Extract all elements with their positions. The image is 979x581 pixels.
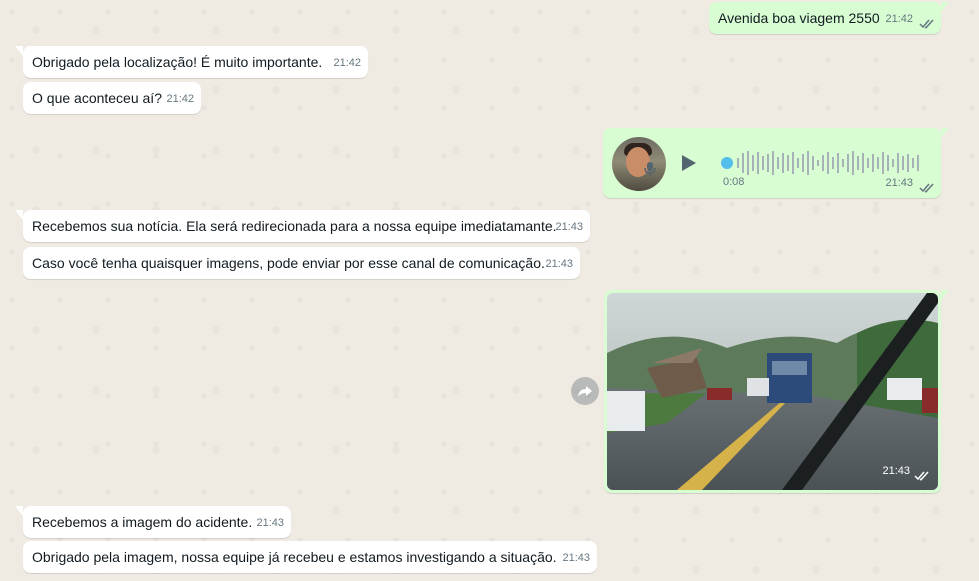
message-text: Caso você tenha quaisquer imagens, pode … <box>32 255 545 271</box>
double-check-icon <box>919 183 934 193</box>
bubble-tail <box>941 290 949 300</box>
message-bubble-outgoing[interactable]: Avenida boa viagem 2550 21:42 <box>709 2 949 34</box>
forward-button[interactable] <box>571 377 599 405</box>
message-time: 21:42 <box>166 93 194 105</box>
message-bubble-incoming[interactable]: Obrigado pela localização! É muito impor… <box>15 46 368 78</box>
message-text: Obrigado pela localização! É muito impor… <box>32 54 323 70</box>
double-check-icon <box>919 19 934 29</box>
image-message-bubble[interactable]: 21:43 <box>604 290 949 493</box>
message-text: Recebemos sua notícia. Ela será redireci… <box>32 218 557 234</box>
message-time: 21:42 <box>885 13 913 25</box>
message-bubble-incoming[interactable]: Obrigado pela imagem, nossa equipe já re… <box>23 541 597 573</box>
message-bubble-incoming[interactable]: O que aconteceu aí? 21:42 <box>23 82 201 114</box>
message-time: 21:43 <box>545 258 573 270</box>
forward-icon <box>578 386 592 397</box>
accident-photo[interactable]: 21:43 <box>607 293 938 490</box>
message-time: 21:43 <box>555 221 583 233</box>
message-time: 21:43 <box>256 517 284 529</box>
message-time: 21:43 <box>885 177 913 189</box>
voice-message-bubble[interactable]: 0:08 21:43 <box>603 128 949 198</box>
message-bubble-incoming[interactable]: Recebemos a imagem do acidente. 21:43 <box>15 506 291 538</box>
bubble-tail <box>941 128 949 138</box>
message-time: 21:42 <box>333 57 361 69</box>
bubble-tail <box>15 46 23 56</box>
photo-image <box>607 293 938 490</box>
microphone-icon <box>644 162 656 176</box>
bubble-tail <box>941 2 949 12</box>
message-bubble-incoming[interactable]: Caso você tenha quaisquer imagens, pode … <box>23 247 580 279</box>
message-text: Recebemos a imagem do acidente. <box>32 514 253 530</box>
message-text: Obrigado pela imagem, nossa equipe já re… <box>32 549 557 565</box>
bubble-tail <box>15 506 23 516</box>
voice-duration: 0:08 <box>723 176 745 188</box>
play-icon[interactable] <box>677 152 699 174</box>
message-text: O que aconteceu aí? <box>32 90 162 106</box>
message-bubble-incoming[interactable]: Recebemos sua notícia. Ela será redireci… <box>15 210 590 242</box>
message-time: 21:43 <box>562 552 590 564</box>
message-time: 21:43 <box>882 465 910 477</box>
message-text: Avenida boa viagem 2550 <box>718 10 880 26</box>
bubble-tail <box>15 210 23 220</box>
double-check-icon <box>914 471 929 481</box>
